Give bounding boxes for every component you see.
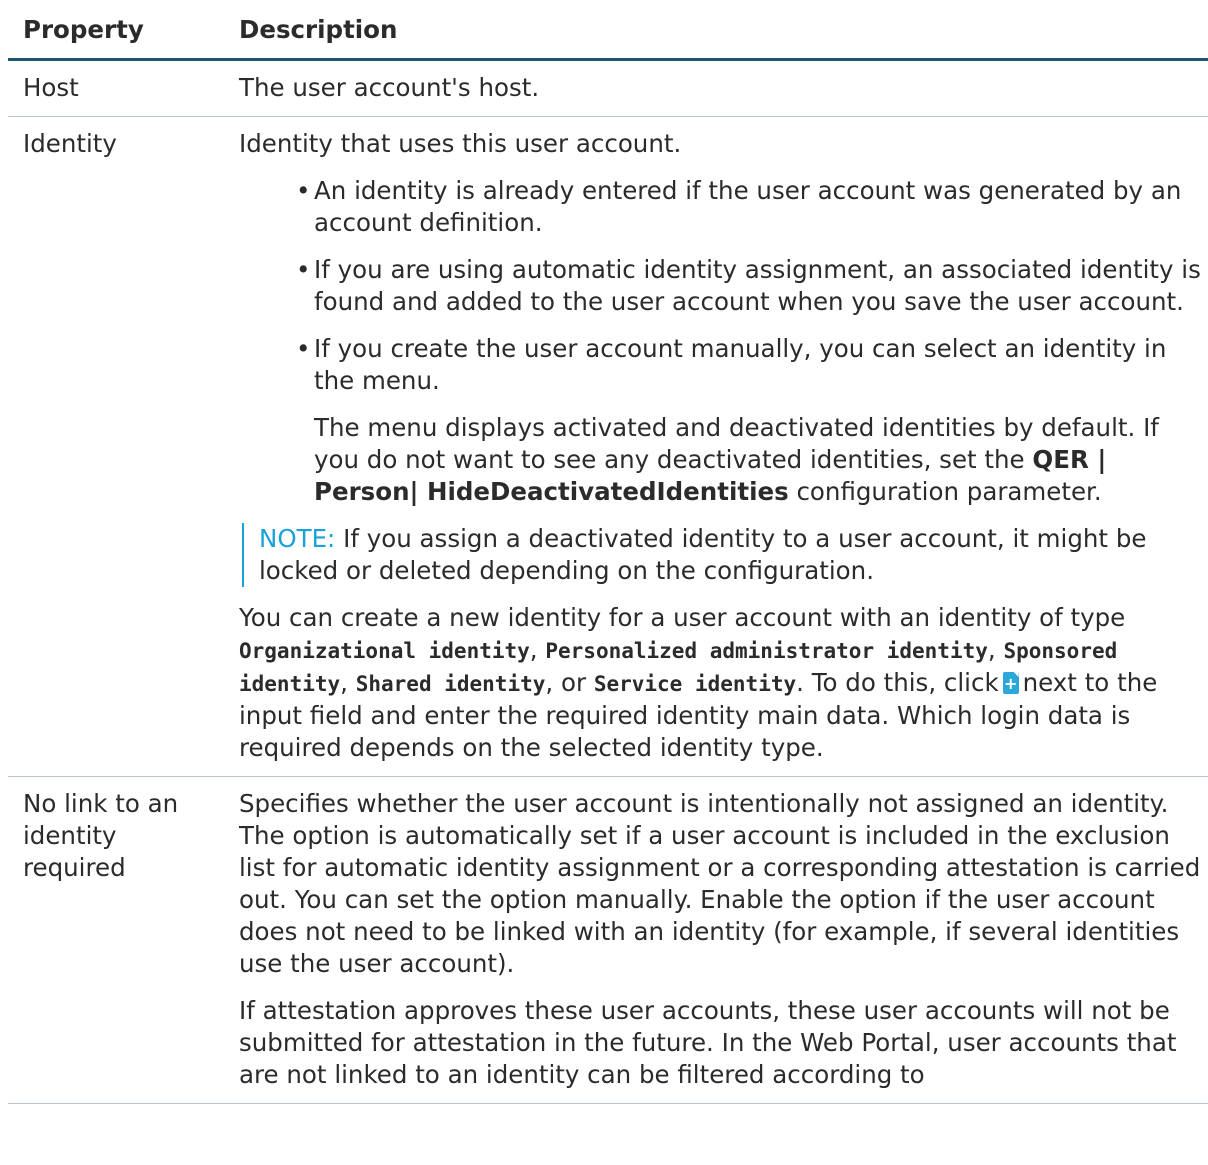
separator: , bbox=[529, 635, 546, 664]
property-no-link: No link to an identity required bbox=[8, 776, 224, 1104]
add-document-icon bbox=[1002, 672, 1019, 694]
no-link-paragraph-1: Specifies whether the user account is in… bbox=[239, 789, 1201, 978]
create-identity-paragraph: You can create a new identity for a user… bbox=[239, 602, 1204, 764]
table-row-identity: Identity Identity that uses this user ac… bbox=[8, 116, 1208, 777]
property-host: Host bbox=[8, 59, 224, 117]
description-no-link: Specifies whether the user account is in… bbox=[224, 776, 1208, 1104]
description-identity: Identity that uses this user account. An… bbox=[224, 116, 1208, 777]
no-link-paragraph-2: If attestation approves these user accou… bbox=[239, 996, 1177, 1089]
separator: , bbox=[987, 635, 1004, 664]
property-identity: Identity bbox=[8, 116, 224, 777]
identity-type-organizational: Organizational identity bbox=[239, 639, 530, 663]
note-label: NOTE: bbox=[259, 524, 336, 553]
menu-text-after: configuration parameter. bbox=[788, 477, 1102, 506]
identity-type-service: Service identity bbox=[593, 672, 797, 696]
properties-table: Property Description Host The user accou… bbox=[8, 0, 1208, 1104]
table-row-no-link: No link to an identity required Specifie… bbox=[8, 776, 1208, 1104]
table-header-row: Property Description bbox=[8, 0, 1208, 61]
note-text: If you assign a deactivated identity to … bbox=[259, 524, 1147, 585]
create-text-2: . To do this, click bbox=[796, 668, 999, 697]
identity-type-personalized: Personalized administrator identity bbox=[545, 639, 988, 663]
note-callout: NOTE: If you assign a deactivated identi… bbox=[242, 523, 1204, 587]
identity-intro: Identity that uses this user account. bbox=[239, 129, 682, 158]
header-property: Property bbox=[8, 0, 224, 61]
separator: , or bbox=[545, 668, 594, 697]
create-text-1: You can create a new identity for a user… bbox=[239, 603, 1126, 632]
separator: , bbox=[340, 668, 356, 697]
menu-paragraph: The menu displays activated and deactiva… bbox=[239, 412, 1204, 508]
identity-bullet-list: An identity is already entered if the us… bbox=[239, 175, 1204, 397]
list-item: If you create the user account manually,… bbox=[296, 333, 1204, 397]
header-description: Description bbox=[224, 0, 1208, 61]
list-item: An identity is already entered if the us… bbox=[296, 175, 1204, 239]
description-host: The user account's host. bbox=[224, 59, 1208, 117]
identity-type-shared: Shared identity bbox=[355, 672, 546, 696]
table-row-host: Host The user account's host. bbox=[8, 59, 1208, 117]
list-item: If you are using automatic identity assi… bbox=[296, 254, 1204, 318]
